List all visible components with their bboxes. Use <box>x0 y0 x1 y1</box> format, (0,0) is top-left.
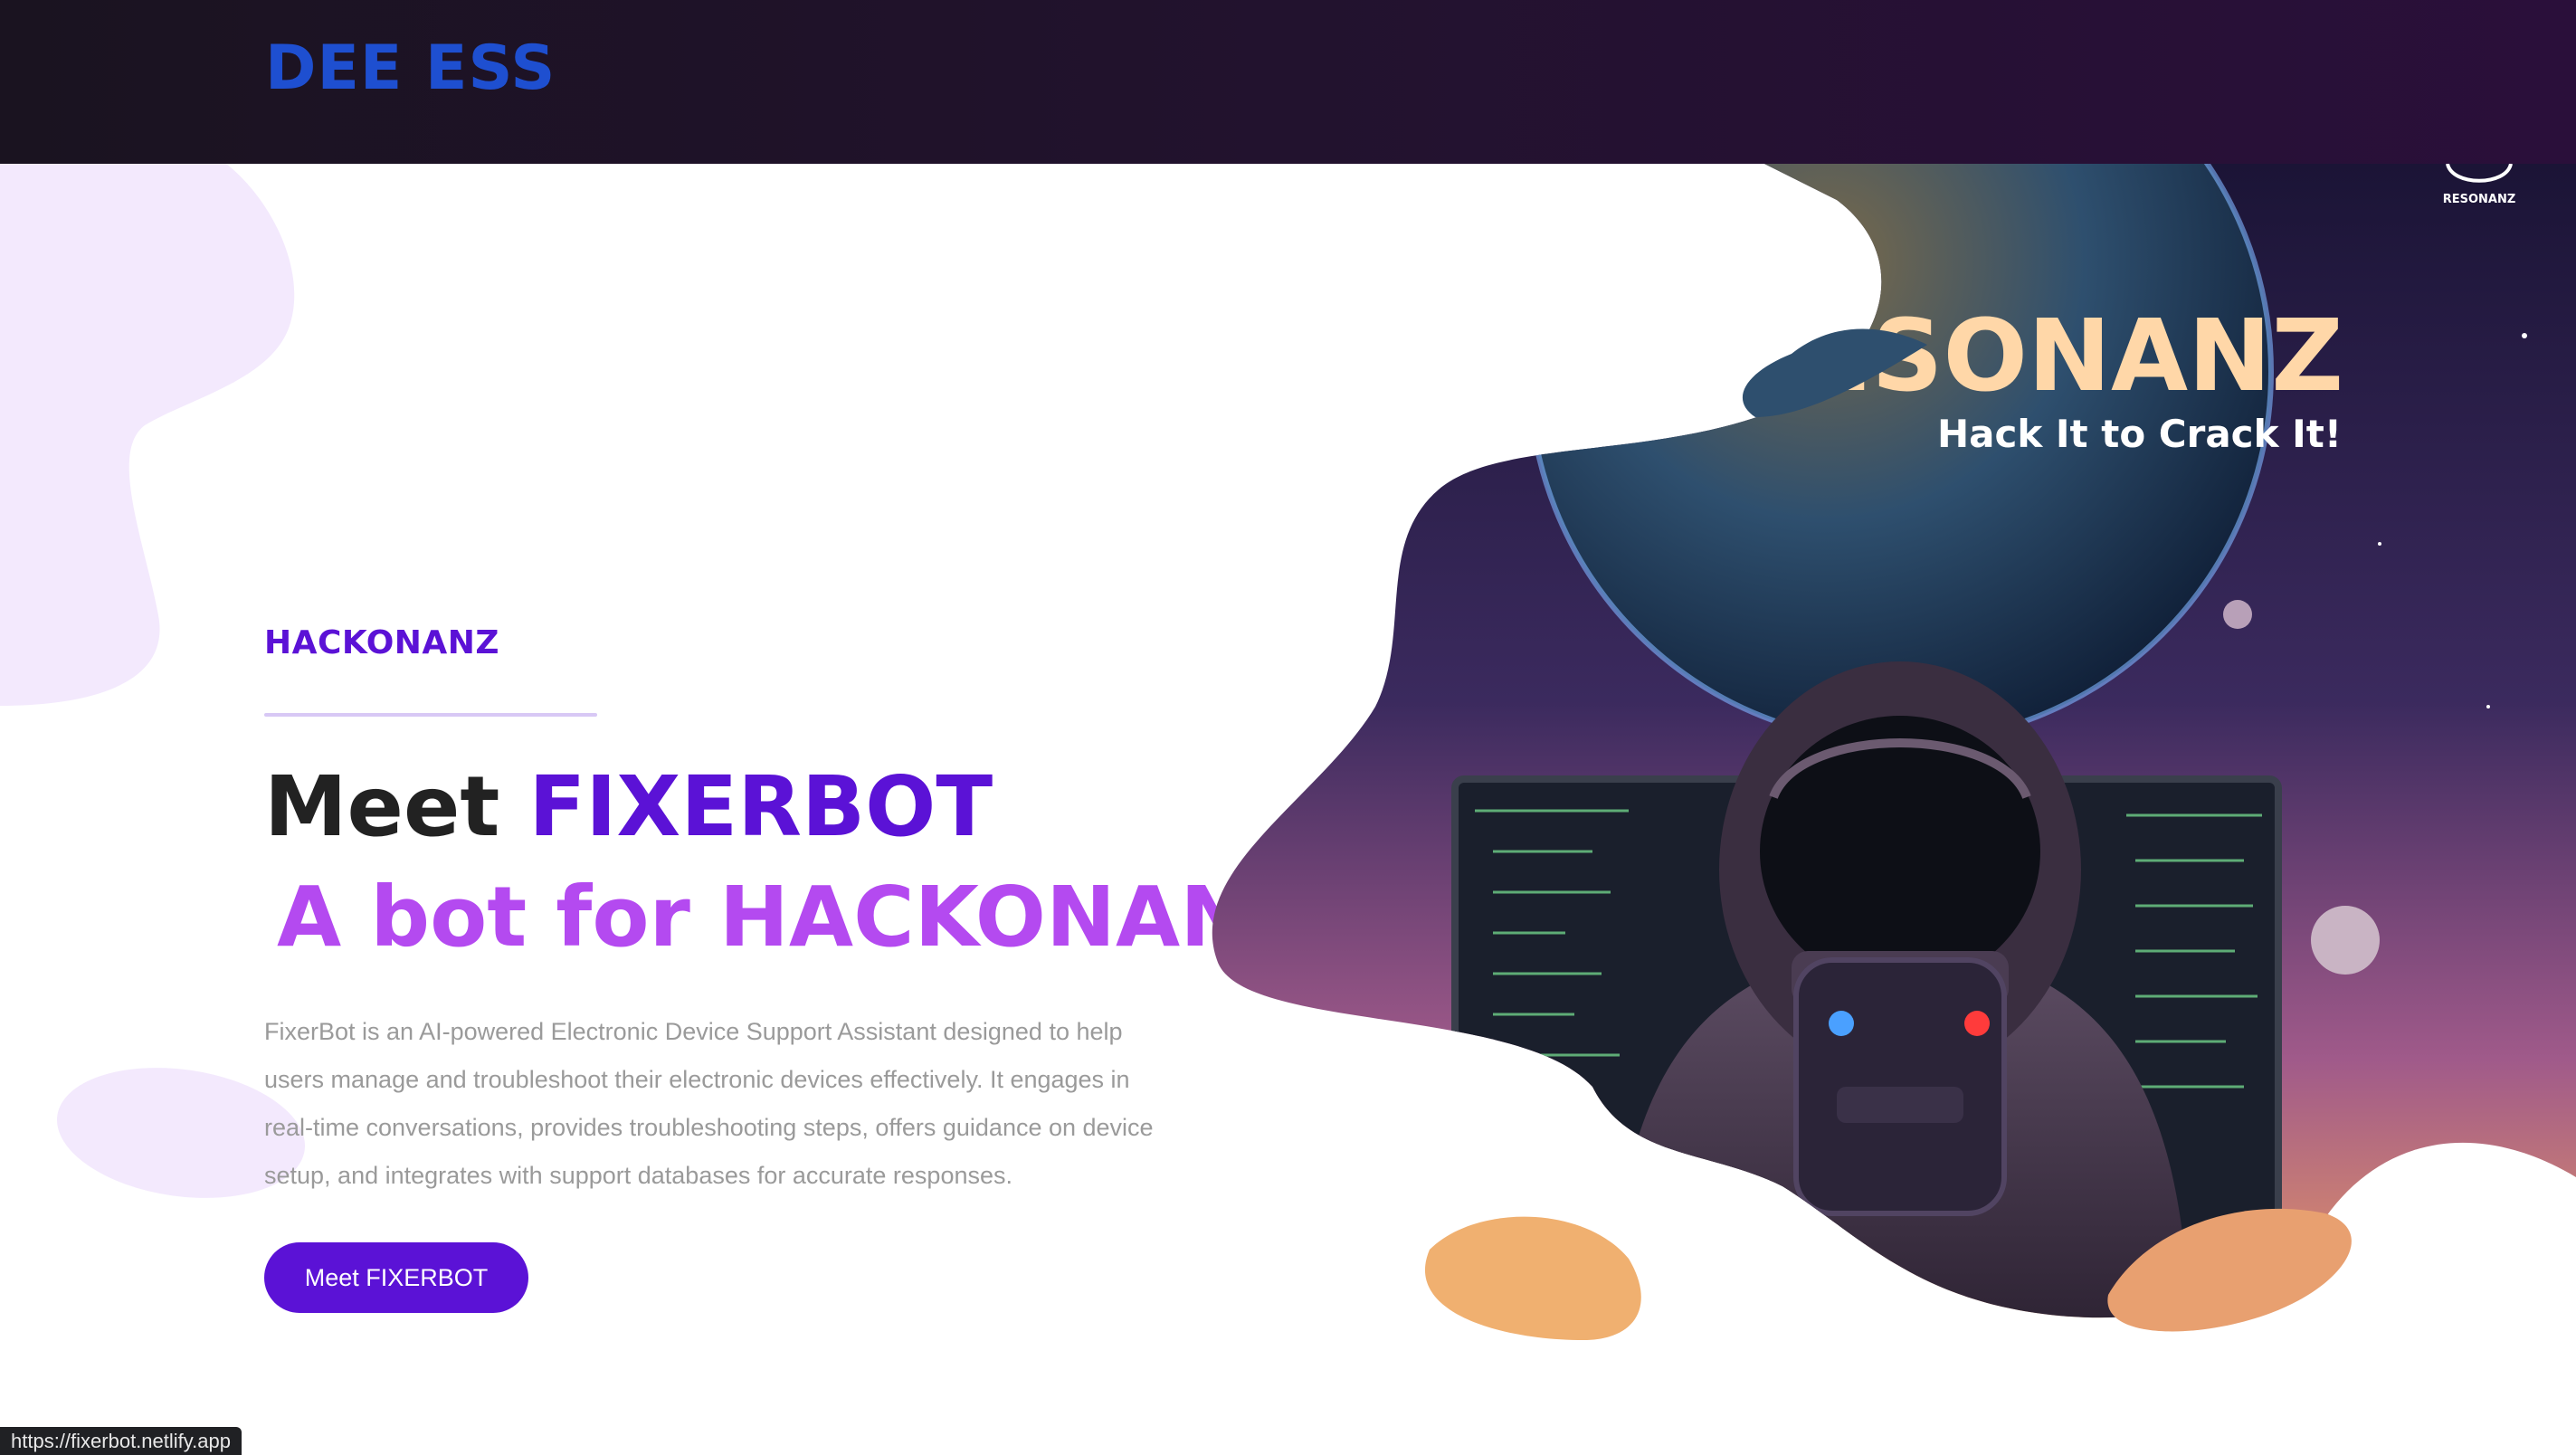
hero-subheadline: A bot for HACKONANZ <box>277 869 1310 965</box>
poster-fragment-bottom-left <box>1424 1216 1641 1340</box>
poster-logo-text: RESONANZ <box>2443 193 2516 206</box>
link-preview-status-bar: https://fixerbot.netlify.app <box>0 1427 242 1455</box>
meet-fixerbot-button[interactable]: Meet FIXERBOT <box>264 1242 528 1313</box>
hero-poster-image: RESONANZ Hack It to Crack It! RESONANZ V… <box>1212 164 2576 1349</box>
headline-accent: FIXERBOT <box>528 758 993 855</box>
hero-description: FixerBot is an AI-powered Electronic Dev… <box>264 1018 1154 1189</box>
poster-tagline: Hack It to Crack It! <box>1937 412 2342 456</box>
hero-section: HACKONANZ Meet FIXERBOT A bot for HACKON… <box>264 624 1310 1313</box>
headline-prefix: Meet <box>264 758 529 855</box>
top-left-blob <box>0 164 295 706</box>
poster-bottom-text: VENT <box>1846 1308 1954 1349</box>
hero-eyebrow: HACKONANZ <box>264 624 500 661</box>
hero-headline: Meet FIXERBOT <box>264 758 993 855</box>
eyebrow-divider <box>264 713 597 717</box>
